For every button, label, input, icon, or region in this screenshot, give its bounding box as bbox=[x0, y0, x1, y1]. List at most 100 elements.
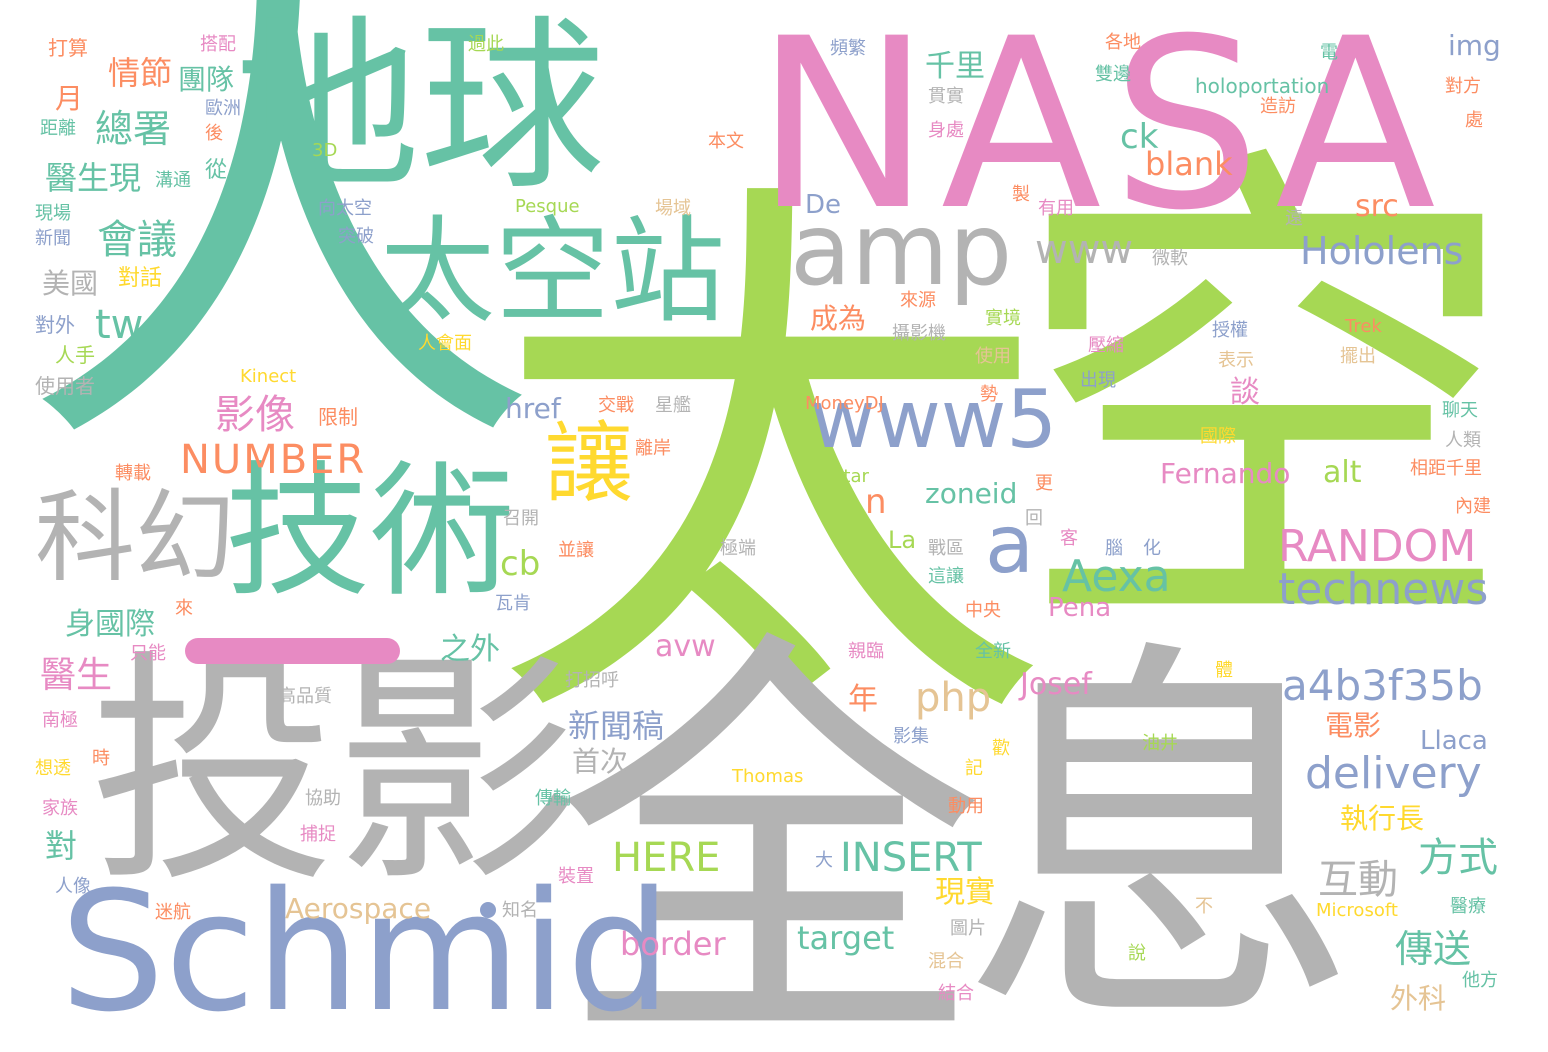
word: INSERT bbox=[840, 835, 982, 881]
word: 人會面 bbox=[418, 333, 472, 354]
word: 捕捉 bbox=[300, 824, 336, 845]
word: 貫實 bbox=[928, 86, 964, 107]
word-cloud: 人 太 空 NASA 地球 全 息 投影 Schmid 技術 太空站 amp 科… bbox=[0, 0, 1548, 1052]
word: 客 bbox=[1060, 528, 1078, 549]
word: 只能 bbox=[130, 643, 166, 664]
word: 讓 bbox=[545, 412, 634, 515]
word: 互動 bbox=[1318, 857, 1398, 903]
word: 高品質 bbox=[278, 686, 332, 707]
word: 突破 bbox=[338, 226, 374, 247]
word: holoportation bbox=[1195, 74, 1330, 98]
word: 身處 bbox=[928, 120, 964, 141]
word: 打算 bbox=[48, 36, 88, 60]
dash-bar bbox=[185, 638, 400, 664]
word: 會議 bbox=[97, 217, 177, 263]
word: 太空站 bbox=[380, 205, 726, 339]
word: 場域 bbox=[655, 198, 691, 219]
word: 情節 bbox=[108, 54, 173, 92]
dot-mark bbox=[480, 902, 496, 918]
word: 想透 bbox=[35, 758, 71, 779]
word: 出現 bbox=[1080, 370, 1116, 391]
word: 歐洲 bbox=[205, 98, 241, 119]
word: 全新 bbox=[975, 641, 1011, 662]
word: Pena bbox=[1048, 593, 1112, 623]
word: 之外 bbox=[440, 632, 500, 667]
word: 人像 bbox=[55, 876, 91, 897]
word: delivery bbox=[1305, 748, 1482, 799]
word: Star bbox=[832, 466, 869, 487]
word: 搭配 bbox=[200, 34, 236, 55]
word: blank bbox=[1145, 145, 1233, 183]
word: php bbox=[915, 675, 992, 721]
word: 總署 bbox=[95, 107, 172, 151]
word: 知名 bbox=[502, 900, 538, 921]
word: 使用者 bbox=[35, 374, 95, 398]
word: 南極 bbox=[42, 710, 78, 731]
word: 對方 bbox=[1445, 76, 1481, 97]
word: n bbox=[865, 482, 887, 522]
word: 動用 bbox=[948, 796, 984, 817]
word: 歡 bbox=[992, 738, 1010, 759]
word: a4b3f35b bbox=[1282, 661, 1483, 710]
word: 家族 bbox=[42, 798, 78, 819]
word: src bbox=[1355, 189, 1399, 224]
word: Kinect bbox=[240, 366, 297, 387]
word: Fernando bbox=[1160, 457, 1291, 490]
word: href bbox=[505, 392, 561, 425]
word: 回 bbox=[1025, 508, 1043, 529]
word: 向太空 bbox=[318, 198, 372, 219]
word: 地球 bbox=[235, 0, 605, 215]
word: 微軟 bbox=[1152, 248, 1188, 269]
word: 他方 bbox=[1462, 970, 1498, 991]
word: 極端 bbox=[720, 538, 756, 559]
word: 協助 bbox=[305, 788, 341, 809]
word: 體 bbox=[1215, 660, 1233, 681]
word: La bbox=[888, 526, 917, 554]
word: www5 bbox=[810, 373, 1058, 466]
word: alt bbox=[1323, 455, 1362, 490]
word: 打招呼 bbox=[565, 670, 619, 691]
word: 混合 bbox=[928, 951, 964, 972]
word: 記 bbox=[965, 758, 983, 779]
word: 不 bbox=[1195, 896, 1213, 917]
word: 雙邊 bbox=[1095, 64, 1131, 85]
word: 電影 bbox=[1325, 709, 1382, 742]
word: 3D bbox=[312, 140, 338, 161]
word: Hololens bbox=[1300, 229, 1464, 273]
word: 國際 bbox=[1200, 426, 1236, 447]
word: 方式 bbox=[1418, 835, 1498, 881]
word: 說 bbox=[1128, 943, 1146, 964]
word: 這讓 bbox=[928, 566, 964, 587]
word: 星艦 bbox=[655, 395, 691, 416]
word: 勢 bbox=[980, 384, 998, 405]
word: Microsoft bbox=[1316, 900, 1398, 921]
word: 相距千里 bbox=[1410, 458, 1482, 479]
word: HERE bbox=[612, 835, 721, 881]
word: Thomas bbox=[732, 766, 804, 787]
word: 團隊 bbox=[178, 63, 235, 96]
word: 現場 bbox=[35, 203, 71, 224]
word: zoneid bbox=[925, 477, 1018, 510]
word: 時 bbox=[92, 748, 110, 769]
word: 內建 bbox=[1455, 496, 1491, 517]
word: 新聞稿 bbox=[568, 707, 665, 745]
word: 表示 bbox=[1218, 350, 1254, 371]
word: 頻繁 bbox=[830, 38, 866, 59]
word: 對 bbox=[45, 827, 78, 865]
word: 實境 bbox=[985, 308, 1021, 329]
word: 月 bbox=[55, 82, 84, 115]
word: 醫療 bbox=[1450, 896, 1486, 917]
word: 年 bbox=[848, 682, 878, 717]
word: 處 bbox=[1465, 110, 1483, 131]
word: 造訪 bbox=[1260, 96, 1296, 117]
word: 來 bbox=[175, 598, 193, 619]
word: 影像 bbox=[215, 392, 295, 438]
word: www bbox=[1035, 227, 1134, 273]
word: 腦 bbox=[1105, 538, 1123, 559]
word: 圖片 bbox=[950, 918, 986, 939]
word: 並讓 bbox=[558, 540, 594, 561]
word: 對話 bbox=[118, 266, 163, 291]
word: 限制 bbox=[318, 405, 358, 429]
word: 攝影機 bbox=[892, 323, 946, 344]
word: 千里 bbox=[925, 49, 985, 84]
